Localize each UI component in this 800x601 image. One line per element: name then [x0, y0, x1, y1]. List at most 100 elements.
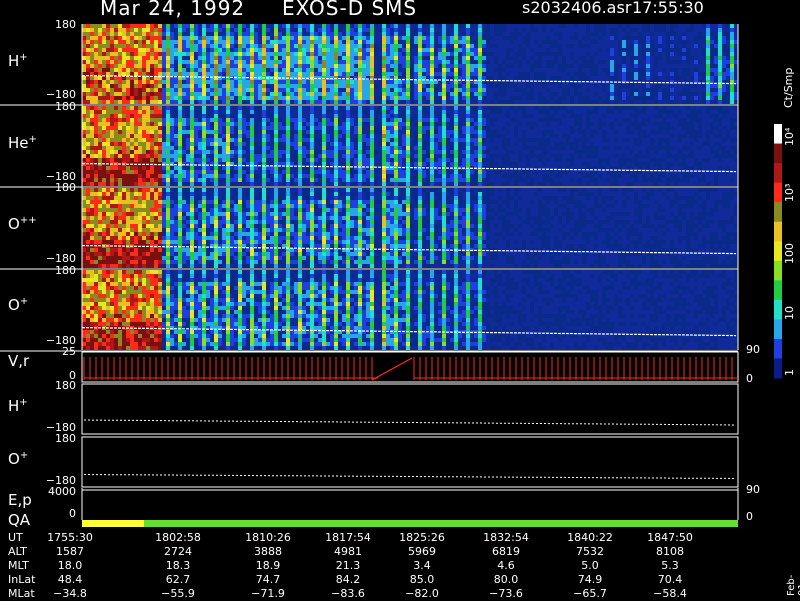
bg-cell	[198, 114, 202, 118]
intensity-cell	[86, 170, 90, 174]
intensity-cell	[302, 44, 306, 48]
bg-cell	[650, 134, 654, 138]
intensity-cell	[142, 52, 146, 56]
intensity-cell	[314, 32, 318, 36]
bg-cell	[422, 114, 426, 118]
bg-cell	[402, 126, 406, 130]
intensity-cell	[362, 60, 366, 64]
intensity-cell	[238, 32, 242, 36]
intensity-cell	[210, 80, 214, 84]
intensity-cell	[110, 68, 114, 72]
intensity-cell	[290, 52, 294, 56]
intensity-cell	[198, 92, 202, 96]
bg-cell	[694, 126, 698, 130]
bg-cell	[622, 126, 626, 130]
intensity-cell	[214, 64, 218, 68]
intensity-cell	[430, 158, 434, 162]
intensity-cell	[146, 40, 150, 44]
bg-cell	[650, 110, 654, 114]
intensity-cell	[382, 178, 386, 182]
bg-cell	[258, 126, 262, 130]
bg-cell	[622, 150, 626, 154]
intensity-cell	[346, 142, 350, 146]
intensity-cell	[418, 182, 422, 186]
bg-cell	[562, 122, 566, 126]
intensity-cell	[326, 154, 330, 158]
bg-cell	[426, 106, 430, 110]
intensity-cell	[150, 158, 154, 162]
intensity-cell	[466, 122, 470, 126]
intensity-cell	[214, 32, 218, 36]
intensity-cell	[718, 56, 722, 60]
intensity-cell	[298, 170, 302, 174]
intensity-cell	[286, 60, 290, 64]
bg-cell	[598, 84, 602, 88]
intensity-cell	[306, 36, 310, 40]
bg-cell	[534, 32, 538, 36]
intensity-cell	[250, 68, 254, 72]
intensity-cell	[190, 72, 194, 76]
bg-cell	[174, 64, 178, 68]
intensity-cell	[94, 32, 98, 36]
bg-cell	[514, 48, 518, 52]
intensity-cell	[110, 32, 114, 36]
bg-cell	[710, 142, 714, 146]
intensity-cell	[198, 84, 202, 88]
bg-cell	[578, 174, 582, 178]
bg-cell	[558, 138, 562, 142]
intensity-cell	[134, 40, 138, 44]
intensity-cell	[334, 96, 338, 100]
bg-cell	[714, 24, 718, 28]
intensity-cell	[106, 56, 110, 60]
intensity-cell	[310, 32, 314, 36]
intensity-cell	[310, 154, 314, 158]
intensity-cell	[414, 84, 418, 88]
intensity-cell	[450, 92, 454, 96]
intensity-cell	[278, 92, 282, 96]
intensity-cell	[274, 130, 278, 134]
bg-cell	[650, 118, 654, 122]
intensity-cell	[406, 182, 410, 186]
bg-cell	[510, 44, 514, 48]
intensity-cell	[418, 158, 422, 162]
bg-cell	[258, 24, 262, 28]
intensity-cell	[242, 92, 246, 96]
bg-cell	[502, 114, 506, 118]
intensity-cell	[278, 44, 282, 48]
intensity-cell	[330, 64, 334, 68]
intensity-cell	[174, 158, 178, 162]
intensity-cell	[170, 150, 174, 154]
intensity-cell	[422, 170, 426, 174]
intensity-cell	[154, 60, 158, 64]
intensity-cell	[310, 126, 314, 130]
intensity-cell	[470, 118, 474, 122]
intensity-cell	[302, 96, 306, 100]
intensity-cell	[398, 170, 402, 174]
bg-cell	[234, 32, 238, 36]
bg-cell	[510, 52, 514, 56]
intensity-cell	[218, 88, 222, 92]
intensity-cell	[262, 174, 266, 178]
bg-cell	[218, 134, 222, 138]
intensity-cell	[186, 96, 190, 100]
intensity-cell	[298, 142, 302, 146]
intensity-cell	[226, 158, 230, 162]
intensity-cell	[82, 32, 86, 36]
bg-cell	[626, 162, 630, 166]
intensity-cell	[198, 142, 202, 146]
bg-cell	[598, 52, 602, 56]
intensity-cell	[98, 158, 102, 162]
intensity-cell	[382, 96, 386, 100]
intensity-cell	[470, 72, 474, 76]
intensity-cell	[182, 126, 186, 130]
bg-cell	[270, 32, 274, 36]
bg-cell	[234, 146, 238, 150]
intensity-cell	[346, 114, 350, 118]
intensity-cell	[86, 32, 90, 36]
intensity-cell	[370, 162, 374, 166]
bg-cell	[422, 56, 426, 60]
intensity-cell	[110, 134, 114, 138]
intensity-cell	[142, 126, 146, 130]
intensity-cell	[274, 138, 278, 142]
bg-cell	[494, 138, 498, 142]
